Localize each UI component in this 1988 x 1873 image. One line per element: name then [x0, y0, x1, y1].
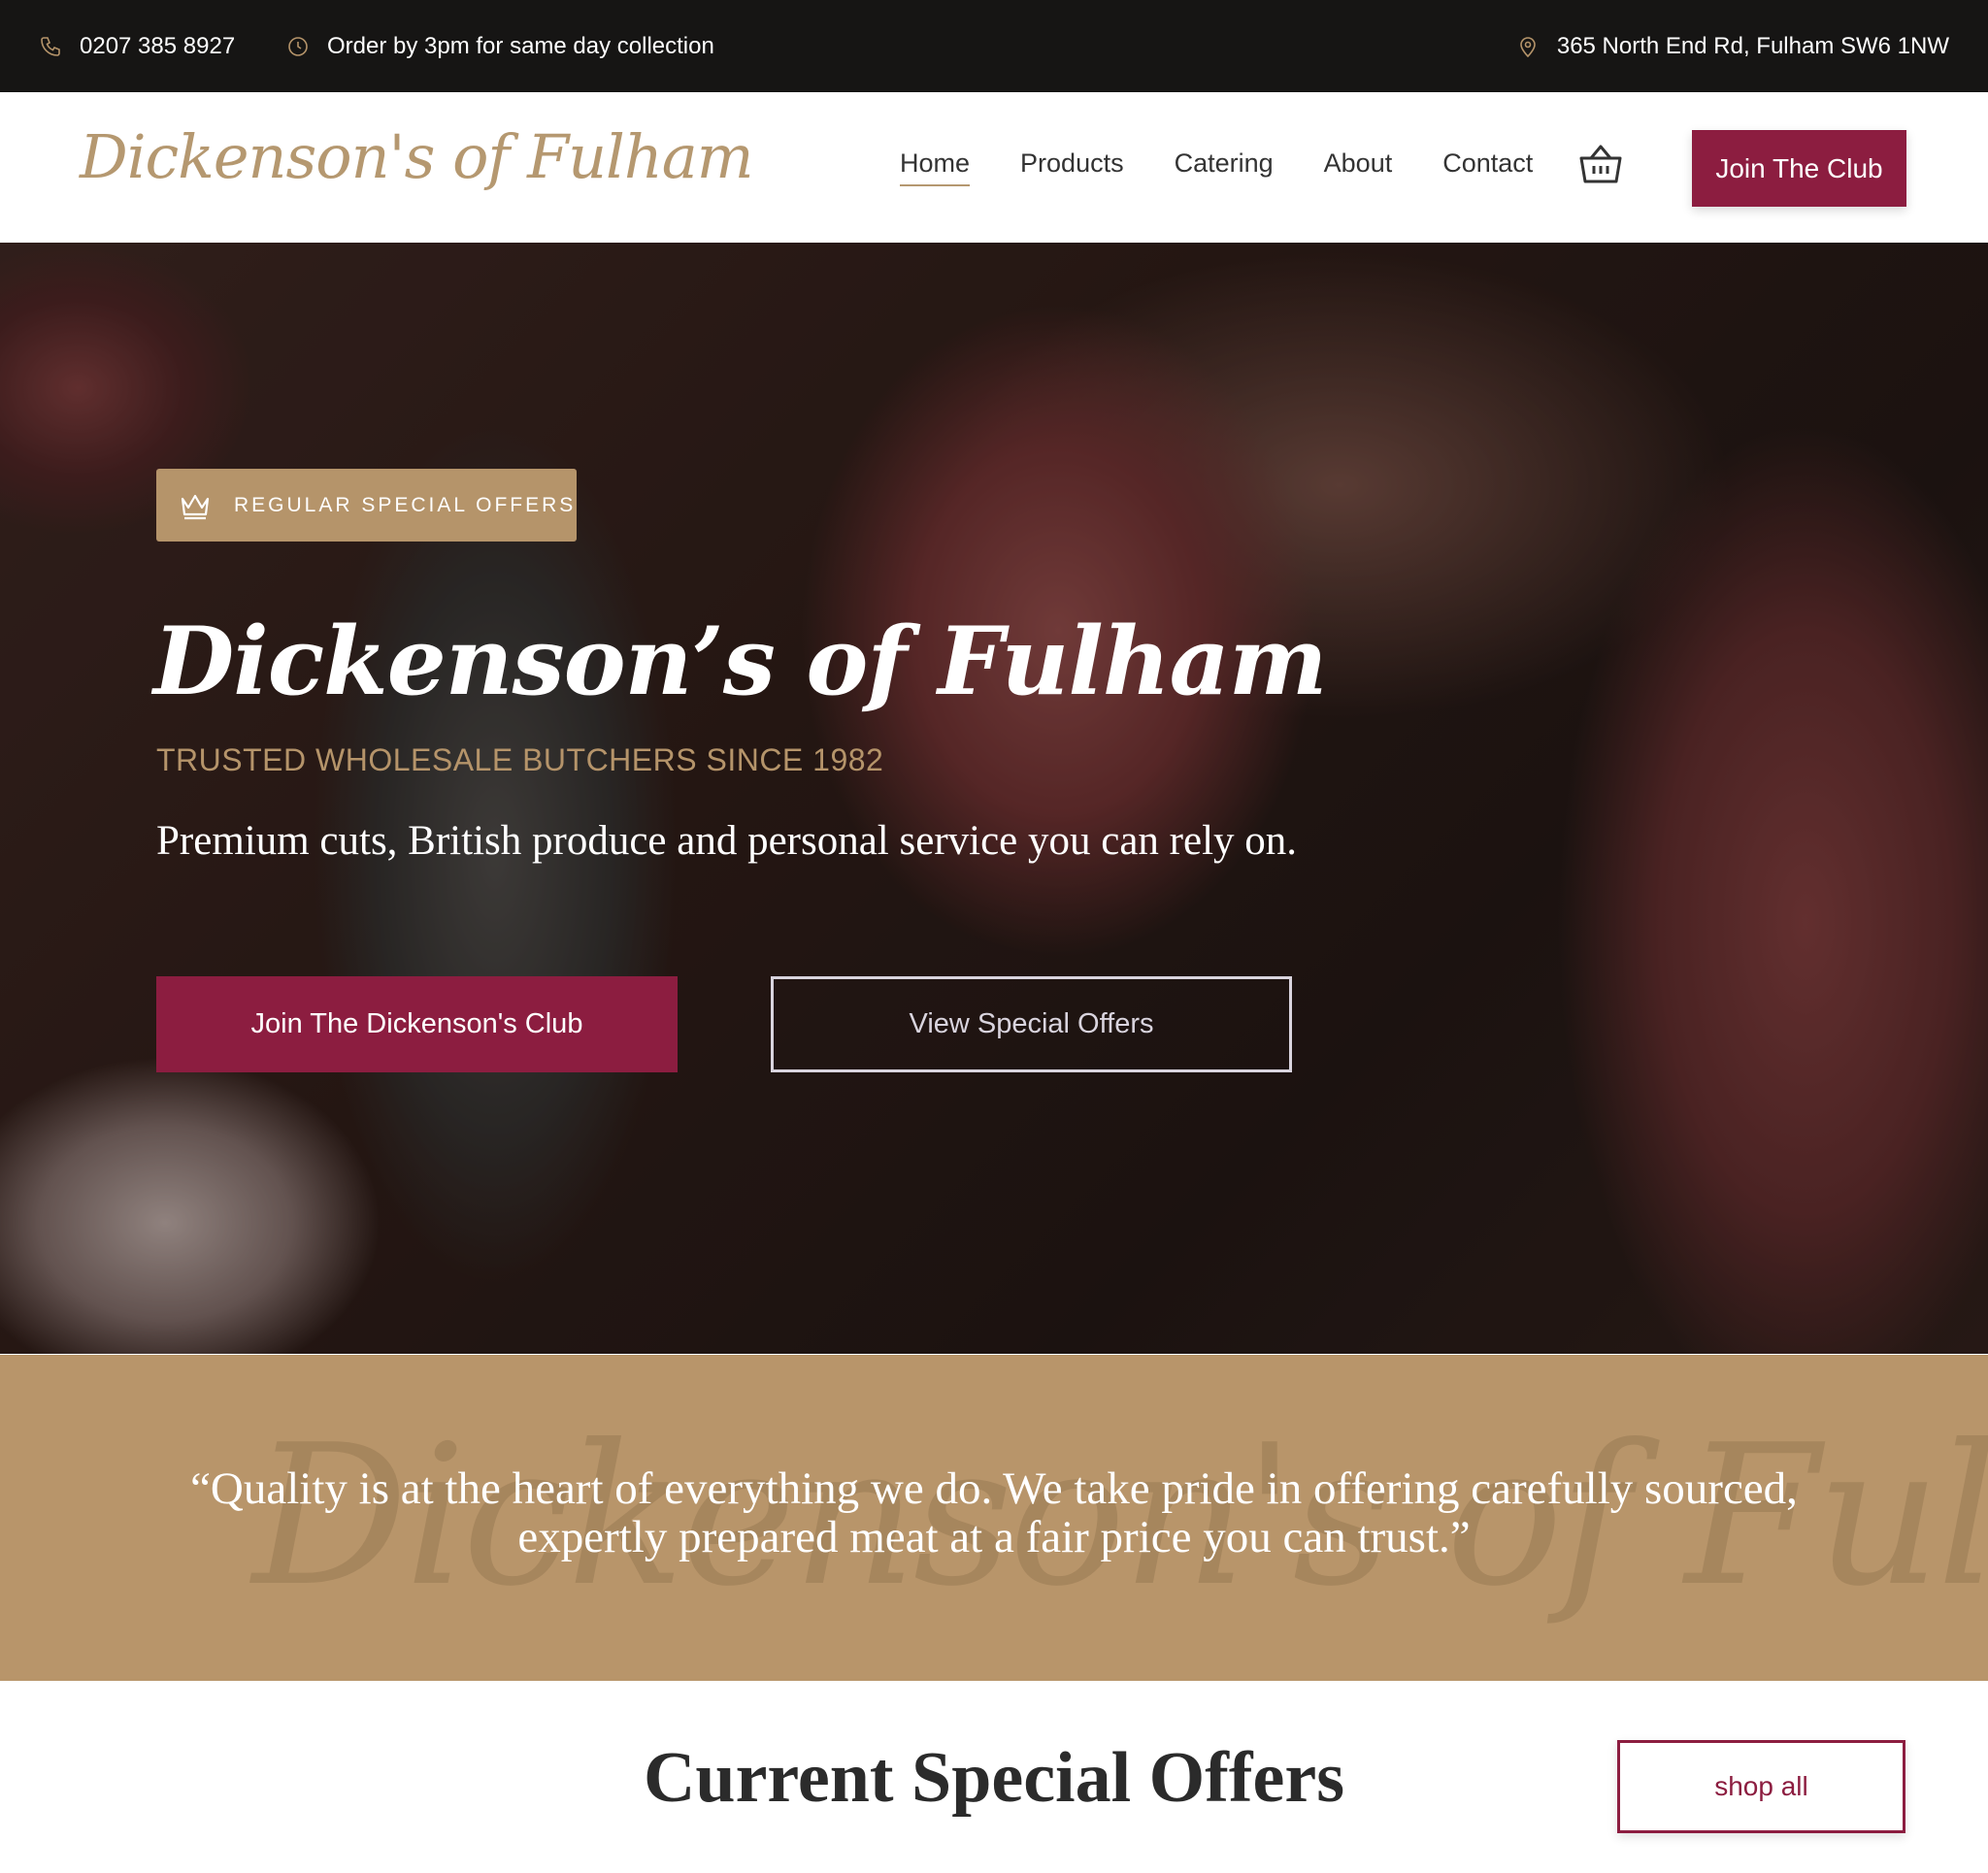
hero-image-overlay	[0, 243, 1988, 1354]
site-logo[interactable]: Dickenson's of Fulham	[80, 121, 754, 192]
phone-contact[interactable]: 0207 385 8927	[39, 0, 235, 92]
nav-contact[interactable]: Contact	[1442, 148, 1533, 186]
special-offers-badge: REGULAR SPECIAL OFFERS	[156, 469, 577, 542]
top-info-bar: 0207 385 8927 Order by 3pm for same day …	[0, 0, 1988, 92]
phone-number: 0207 385 8927	[80, 32, 236, 59]
order-note-text: Order by 3pm for same day collection	[327, 32, 714, 59]
view-special-offers-button[interactable]: View Special Offers	[771, 976, 1292, 1072]
nav-about[interactable]: About	[1324, 148, 1393, 186]
nav-products[interactable]: Products	[1020, 148, 1124, 186]
join-club-button[interactable]: Join The Club	[1692, 130, 1906, 207]
order-note: Order by 3pm for same day collection	[286, 0, 714, 92]
main-nav: Home Products Catering About Contact	[900, 92, 1583, 243]
nav-home[interactable]: Home	[900, 148, 971, 186]
quality-quote: “Quality is at the heart of everything w…	[0, 1464, 1988, 1561]
hero-subtitle: TRUSTED WHOLESALE BUTCHERS SINCE 1982	[156, 742, 884, 777]
quote-line-1: “Quality is at the heart of everything w…	[190, 1463, 1798, 1514]
hero-banner: REGULAR SPECIAL OFFERS Dickenson’s of Fu…	[0, 243, 1988, 1354]
shop-all-button[interactable]: shop all	[1617, 1740, 1905, 1833]
address-text: 365 North End Rd, Fulham SW6 1NW	[1556, 32, 1949, 59]
hero-title: Dickenson’s of Fulham	[153, 607, 1327, 716]
quote-line-2: expertly prepared meat at a fair price y…	[517, 1512, 1471, 1562]
nav-catering[interactable]: Catering	[1175, 148, 1274, 186]
phone-icon	[41, 36, 60, 56]
crown-icon	[181, 494, 210, 519]
join-dickensons-club-button[interactable]: Join The Dickenson's Club	[156, 976, 678, 1072]
store-address[interactable]: 365 North End Rd, Fulham SW6 1NW	[1516, 0, 1949, 92]
quote-section: Dickenson's of Fulham “Quality is at the…	[0, 1355, 1988, 1681]
clock-icon	[288, 36, 308, 56]
location-pin-icon	[1520, 36, 1536, 57]
hero-description: Premium cuts, British produce and person…	[156, 818, 1298, 864]
basket-icon[interactable]	[1577, 141, 1624, 187]
site-header: Dickenson's of Fulham Home Products Cate…	[0, 92, 1988, 243]
badge-label: REGULAR SPECIAL OFFERS	[234, 493, 577, 516]
